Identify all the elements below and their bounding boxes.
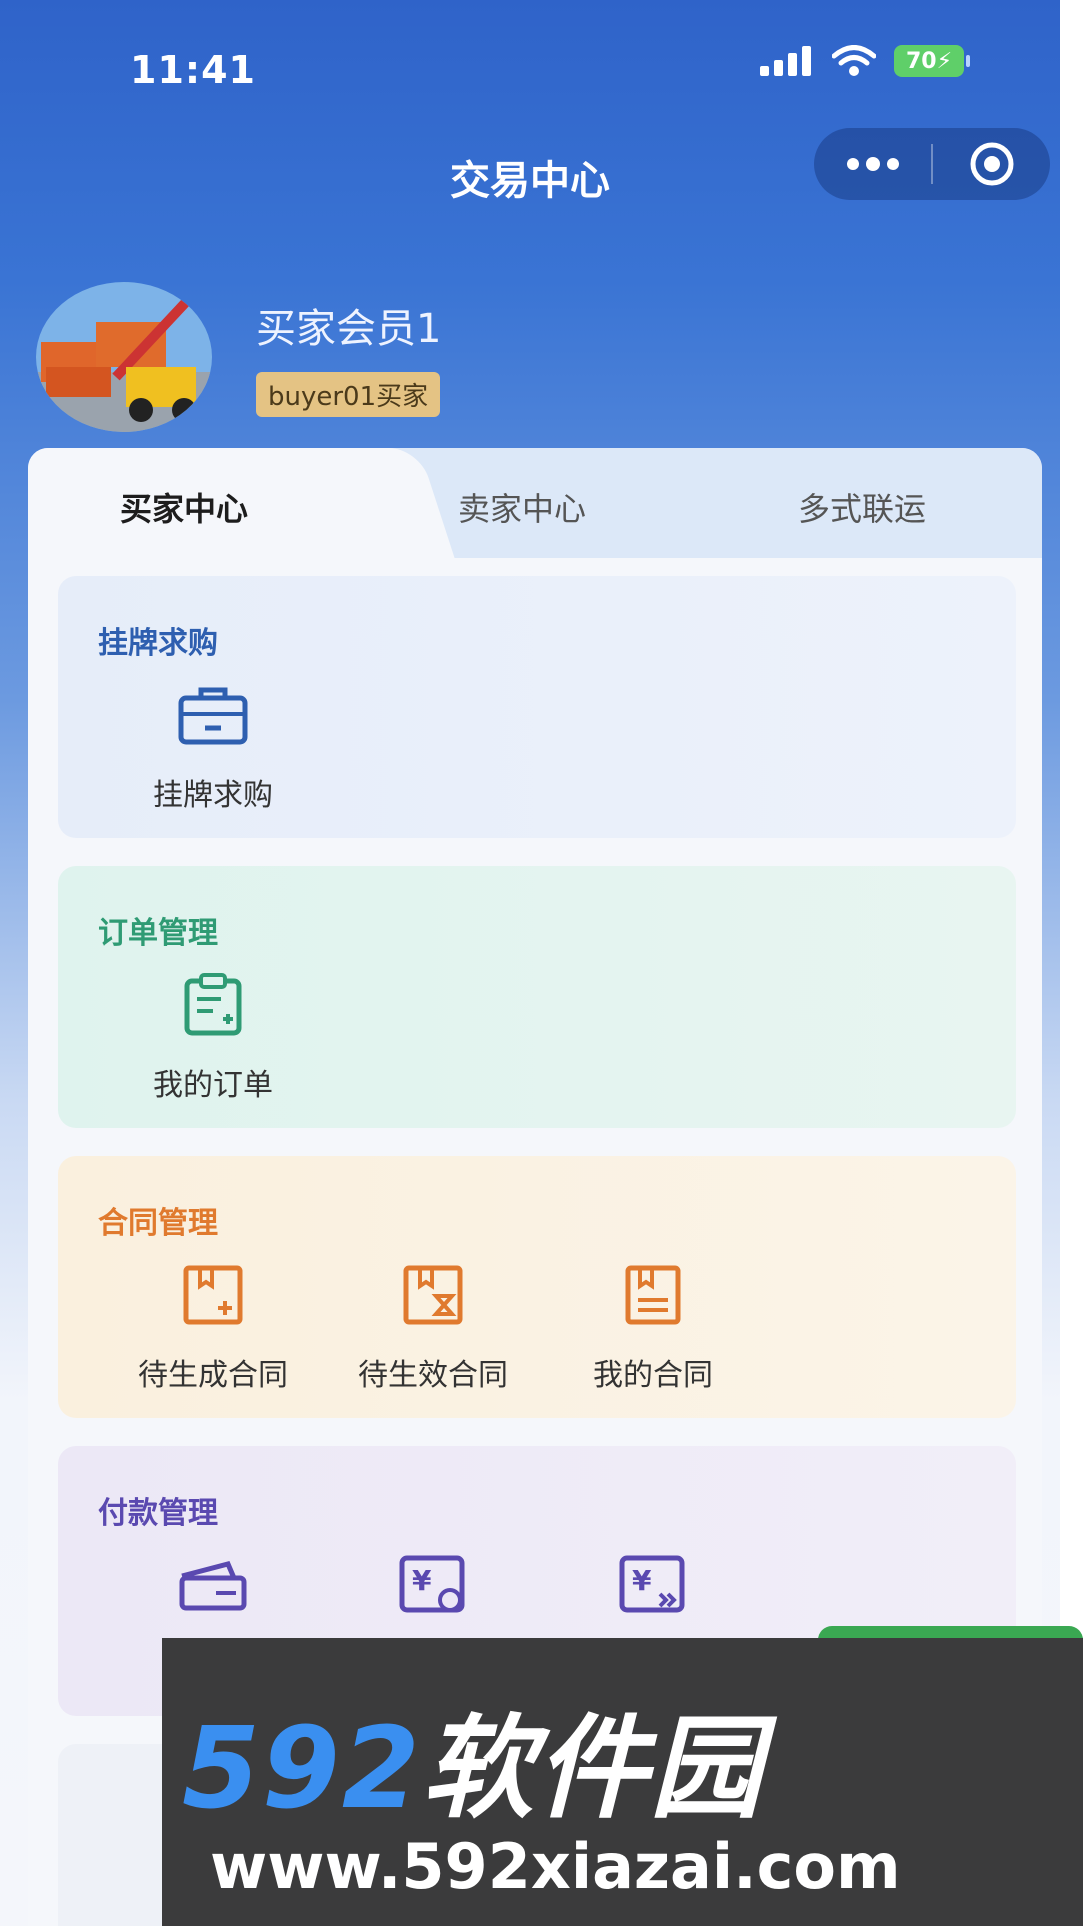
target-close-icon [970,142,1013,186]
yuan-chat-icon: ¥ [399,1555,465,1613]
charging-bolt-icon: ⚡ [936,48,953,74]
item-pending-generate-contract[interactable]: 待生成合同 [108,1262,318,1394]
item-label: 挂牌求购 [153,778,273,813]
more-dots-icon [846,157,899,171]
contract-add-icon [183,1265,243,1325]
item-pending-effective-contract[interactable]: 待生效合同 [328,1262,538,1394]
section-contracts: 合同管理 待生成合同 待生效合同 我的合同 [58,1156,1016,1418]
svg-text:¥: ¥ [412,1564,432,1597]
tab-seller-center[interactable]: 卖家中心 [458,484,586,530]
watermark-url: www.592xiazai.com [210,1830,901,1903]
user-role-badge: buyer01买家 [256,372,441,417]
status-icons: 70 ⚡ [760,45,970,77]
item-payment-2[interactable]: ¥ [328,1552,538,1640]
battery-level: 70 [905,48,937,74]
contract-hourglass-icon [403,1265,463,1325]
watermark-logo-text: 软件园 [421,1704,764,1834]
status-time: 11:41 [130,48,256,92]
payment-card-icon [179,1561,247,1611]
yuan-forward-icon: ¥ [619,1555,685,1613]
section-title: 挂牌求购 [98,626,218,661]
avatar-image [36,282,212,432]
signal-icon [760,46,811,76]
mini-program-capsule [814,128,1050,200]
item-payment-1[interactable] [108,1552,318,1640]
user-name: 买家会员1 [256,306,442,352]
tab-multimodal[interactable]: 多式联运 [798,484,926,530]
wifi-icon [832,45,876,76]
item-label: 待生成合同 [138,1358,288,1393]
item-my-orders[interactable]: 我的订单 [108,972,318,1104]
clipboard-add-icon [184,973,242,1036]
item-listing-purchase[interactable]: 挂牌求购 [108,682,318,814]
section-title: 付款管理 [98,1496,218,1531]
battery-icon: 70 ⚡ [894,45,970,77]
section-title: 合同管理 [98,1206,218,1241]
watermark-logo: 592软件园 [182,1678,764,1840]
close-button[interactable] [933,128,1050,200]
watermark-banner: 592软件园 www.592xiazai.com [162,1638,1083,1926]
watermark-logo-number: 592 [182,1704,422,1834]
briefcase-icon [178,687,248,745]
item-my-contracts[interactable]: 我的合同 [548,1262,758,1394]
more-button[interactable] [814,128,931,200]
svg-text:¥: ¥ [632,1564,652,1597]
item-label: 我的订单 [153,1068,273,1103]
avatar[interactable] [36,282,212,432]
contract-doc-icon [625,1265,681,1325]
item-label: 待生效合同 [358,1358,508,1393]
tab-buyer-center[interactable]: 买家中心 [120,484,248,530]
item-label: 我的合同 [593,1358,713,1393]
item-payment-3[interactable]: ¥ [548,1552,758,1640]
section-listing: 挂牌求购 挂牌求购 [58,576,1016,838]
tab-bar: 买家中心 卖家中心 多式联运 [28,448,1042,566]
section-title: 订单管理 [98,916,218,951]
section-orders: 订单管理 我的订单 [58,866,1016,1128]
